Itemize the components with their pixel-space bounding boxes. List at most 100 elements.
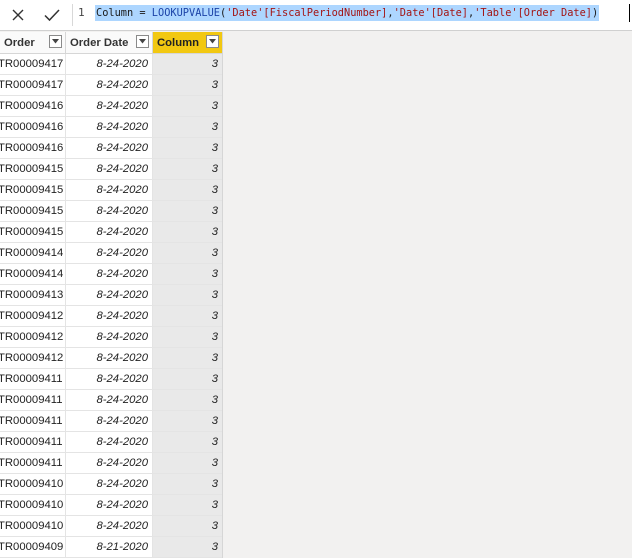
column-cell[interactable]: 3 (153, 537, 222, 557)
filter-dropdown-button[interactable] (49, 35, 62, 48)
order-date-cell[interactable]: 8-24-2020 (66, 201, 153, 221)
table-row[interactable]: TR00009411 8-24-2020 3 (0, 432, 222, 453)
column-cell[interactable]: 3 (153, 327, 222, 347)
table-row[interactable]: TR00009415 8-24-2020 3 (0, 222, 222, 243)
column-cell[interactable]: 3 (153, 138, 222, 158)
order-date-cell[interactable]: 8-24-2020 (66, 117, 153, 137)
order-date-cell[interactable]: 8-21-2020 (66, 537, 153, 557)
order-cell[interactable]: TR00009411 (0, 432, 66, 452)
table-row[interactable]: TR00009416 8-24-2020 3 (0, 96, 222, 117)
formula-text[interactable]: Column = LOOKUPVALUE('Date'[FiscalPeriod… (95, 5, 600, 21)
column-header-order[interactable]: Order (0, 32, 66, 53)
column-cell[interactable]: 3 (153, 75, 222, 95)
column-cell[interactable]: 3 (153, 201, 222, 221)
table-row[interactable]: TR00009410 8-24-2020 3 (0, 474, 222, 495)
order-cell[interactable]: TR00009416 (0, 117, 66, 137)
column-cell[interactable]: 3 (153, 54, 222, 74)
order-cell[interactable]: TR00009415 (0, 201, 66, 221)
order-cell[interactable]: TR00009412 (0, 327, 66, 347)
order-cell[interactable]: TR00009415 (0, 159, 66, 179)
order-date-cell[interactable]: 8-24-2020 (66, 54, 153, 74)
order-date-cell[interactable]: 8-24-2020 (66, 348, 153, 368)
table-row[interactable]: TR00009411 8-24-2020 3 (0, 390, 222, 411)
table-row[interactable]: TR00009415 8-24-2020 3 (0, 159, 222, 180)
column-cell[interactable]: 3 (153, 369, 222, 389)
table-row[interactable]: TR00009414 8-24-2020 3 (0, 264, 222, 285)
table-row[interactable]: TR00009416 8-24-2020 3 (0, 117, 222, 138)
order-date-cell[interactable]: 8-24-2020 (66, 432, 153, 452)
table-row[interactable]: TR00009415 8-24-2020 3 (0, 201, 222, 222)
order-date-cell[interactable]: 8-24-2020 (66, 306, 153, 326)
table-row[interactable]: TR00009417 8-24-2020 3 (0, 54, 222, 75)
order-date-cell[interactable]: 8-24-2020 (66, 159, 153, 179)
order-date-cell[interactable]: 8-24-2020 (66, 96, 153, 116)
order-date-cell[interactable]: 8-24-2020 (66, 180, 153, 200)
order-cell[interactable]: TR00009413 (0, 285, 66, 305)
table-row[interactable]: TR00009414 8-24-2020 3 (0, 243, 222, 264)
order-cell[interactable]: TR00009409 (0, 537, 66, 557)
column-cell[interactable]: 3 (153, 390, 222, 410)
table-row[interactable]: TR00009416 8-24-2020 3 (0, 138, 222, 159)
order-cell[interactable]: TR00009411 (0, 453, 66, 473)
column-cell[interactable]: 3 (153, 516, 222, 536)
order-cell[interactable]: TR00009411 (0, 369, 66, 389)
table-row[interactable]: TR00009412 8-24-2020 3 (0, 327, 222, 348)
order-cell[interactable]: TR00009414 (0, 264, 66, 284)
order-date-cell[interactable]: 8-24-2020 (66, 285, 153, 305)
order-date-cell[interactable]: 8-24-2020 (66, 327, 153, 347)
order-date-cell[interactable]: 8-24-2020 (66, 222, 153, 242)
column-cell[interactable]: 3 (153, 348, 222, 368)
order-date-cell[interactable]: 8-24-2020 (66, 453, 153, 473)
order-cell[interactable]: TR00009416 (0, 138, 66, 158)
column-header-order-date[interactable]: Order Date (66, 32, 153, 53)
order-date-cell[interactable]: 8-24-2020 (66, 264, 153, 284)
order-date-cell[interactable]: 8-24-2020 (66, 369, 153, 389)
column-cell[interactable]: 3 (153, 117, 222, 137)
column-cell[interactable]: 3 (153, 243, 222, 263)
column-cell[interactable]: 3 (153, 264, 222, 284)
order-date-cell[interactable]: 8-24-2020 (66, 243, 153, 263)
order-cell[interactable]: TR00009411 (0, 390, 66, 410)
order-cell[interactable]: TR00009412 (0, 348, 66, 368)
order-cell[interactable]: TR00009410 (0, 474, 66, 494)
formula-editor[interactable]: Column = LOOKUPVALUE('Date'[FiscalPeriod… (92, 2, 632, 26)
filter-dropdown-button[interactable] (206, 35, 219, 48)
order-date-cell[interactable]: 8-24-2020 (66, 75, 153, 95)
table-row[interactable]: TR00009410 8-24-2020 3 (0, 516, 222, 537)
table-row[interactable]: TR00009417 8-24-2020 3 (0, 75, 222, 96)
order-cell[interactable]: TR00009416 (0, 96, 66, 116)
column-header-column[interactable]: Column (153, 32, 222, 53)
column-cell[interactable]: 3 (153, 432, 222, 452)
order-cell[interactable]: TR00009415 (0, 222, 66, 242)
column-cell[interactable]: 3 (153, 285, 222, 305)
order-cell[interactable]: TR00009417 (0, 75, 66, 95)
order-date-cell[interactable]: 8-24-2020 (66, 495, 153, 515)
column-cell[interactable]: 3 (153, 474, 222, 494)
commit-button[interactable] (38, 3, 66, 27)
table-row[interactable]: TR00009410 8-24-2020 3 (0, 495, 222, 516)
table-row[interactable]: TR00009411 8-24-2020 3 (0, 453, 222, 474)
filter-dropdown-button[interactable] (136, 35, 149, 48)
column-cell[interactable]: 3 (153, 453, 222, 473)
table-row[interactable]: TR00009412 8-24-2020 3 (0, 306, 222, 327)
order-cell[interactable]: TR00009415 (0, 180, 66, 200)
column-cell[interactable]: 3 (153, 222, 222, 242)
order-date-cell[interactable]: 8-24-2020 (66, 138, 153, 158)
column-cell[interactable]: 3 (153, 180, 222, 200)
order-date-cell[interactable]: 8-24-2020 (66, 516, 153, 536)
order-date-cell[interactable]: 8-24-2020 (66, 411, 153, 431)
column-cell[interactable]: 3 (153, 306, 222, 326)
order-cell[interactable]: TR00009410 (0, 495, 66, 515)
order-cell[interactable]: TR00009414 (0, 243, 66, 263)
order-date-cell[interactable]: 8-24-2020 (66, 390, 153, 410)
order-cell[interactable]: TR00009417 (0, 54, 66, 74)
table-row[interactable]: TR00009411 8-24-2020 3 (0, 369, 222, 390)
order-cell[interactable]: TR00009410 (0, 516, 66, 536)
order-date-cell[interactable]: 8-24-2020 (66, 474, 153, 494)
table-row[interactable]: TR00009413 8-24-2020 3 (0, 285, 222, 306)
table-row[interactable]: TR00009415 8-24-2020 3 (0, 180, 222, 201)
column-cell[interactable]: 3 (153, 96, 222, 116)
column-cell[interactable]: 3 (153, 411, 222, 431)
cancel-button[interactable] (4, 3, 32, 27)
table-row[interactable]: TR00009412 8-24-2020 3 (0, 348, 222, 369)
